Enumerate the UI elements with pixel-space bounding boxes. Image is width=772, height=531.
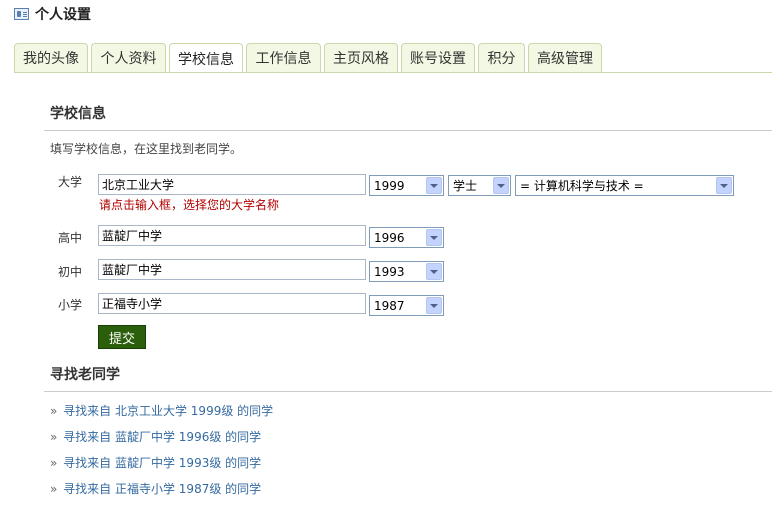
- tabs-divider: [14, 72, 772, 73]
- chevron-down-icon: [426, 263, 442, 280]
- tab-advanced[interactable]: 高级管理: [528, 43, 602, 72]
- school-section-description: 填写学校信息，在这里找到老同学。: [50, 142, 243, 156]
- profile-card-icon: [14, 8, 29, 20]
- find-classmates-link-text: 寻找来自 蓝靛厂中学 1996级 的同学: [63, 430, 262, 444]
- tab-work-info[interactable]: 工作信息: [246, 43, 321, 72]
- find-classmates-link-text: 寻找来自 正福寺小学 1987级 的同学: [63, 482, 262, 496]
- major-value: = 计算机科学与技术 =: [520, 179, 644, 193]
- find-classmates-link[interactable]: » 寻找来自 北京工业大学 1999级 的同学: [50, 402, 273, 419]
- tab-school-info[interactable]: 学校信息: [169, 43, 243, 73]
- section-divider: [44, 391, 772, 392]
- find-classmates-link-text: 寻找来自 北京工业大学 1999级 的同学: [63, 404, 274, 418]
- find-section-title: 寻找老同学: [50, 367, 120, 383]
- settings-tabs: 我的头像 个人资料 学校信息 工作信息 主页风格 账号设置 积分 高级管理: [14, 43, 605, 73]
- double-chevron-right-icon: »: [50, 404, 58, 418]
- section-divider: [44, 130, 772, 131]
- middle-school-label: 初中: [58, 265, 83, 279]
- tab-account-settings[interactable]: 账号设置: [401, 43, 475, 72]
- degree-value: 学士: [453, 179, 478, 193]
- university-hint: 请点击输入框，选择您的大学名称: [99, 198, 280, 212]
- tab-points[interactable]: 积分: [478, 43, 525, 72]
- chevron-down-icon: [493, 177, 509, 194]
- high-school-year-select[interactable]: 1996: [369, 227, 444, 248]
- page-header: 个人设置: [14, 4, 91, 24]
- high-school-name-input[interactable]: 蓝靛厂中学: [98, 225, 366, 246]
- find-classmates-link[interactable]: » 寻找来自 蓝靛厂中学 1996级 的同学: [50, 428, 261, 445]
- chevron-down-icon: [716, 177, 732, 194]
- high-school-year-value: 1996: [374, 230, 405, 245]
- high-school-label: 高中: [58, 231, 83, 245]
- school-section-title: 学校信息: [50, 106, 106, 122]
- major-select[interactable]: = 计算机科学与技术 =: [515, 175, 734, 196]
- primary-school-label: 小学: [58, 298, 83, 312]
- chevron-down-icon: [426, 177, 442, 194]
- primary-school-name-input[interactable]: 正福寺小学: [98, 293, 366, 314]
- primary-school-year-select[interactable]: 1987: [369, 295, 444, 316]
- degree-select[interactable]: 学士: [448, 175, 511, 196]
- middle-school-year-select[interactable]: 1993: [369, 261, 444, 282]
- page-title: 个人设置: [35, 7, 91, 23]
- university-name-input[interactable]: 北京工业大学: [98, 174, 366, 195]
- tab-homepage-style[interactable]: 主页风格: [324, 43, 398, 72]
- university-year-select[interactable]: 1999: [369, 175, 444, 196]
- find-classmates-link[interactable]: » 寻找来自 正福寺小学 1987级 的同学: [50, 480, 261, 497]
- middle-school-name-input[interactable]: 蓝靛厂中学: [98, 259, 366, 280]
- double-chevron-right-icon: »: [50, 430, 58, 444]
- university-year-value: 1999: [374, 178, 405, 193]
- submit-button[interactable]: 提交: [98, 325, 146, 349]
- double-chevron-right-icon: »: [50, 456, 58, 470]
- find-classmates-link-text: 寻找来自 蓝靛厂中学 1993级 的同学: [63, 456, 262, 470]
- middle-school-year-value: 1993: [374, 264, 405, 279]
- double-chevron-right-icon: »: [50, 482, 58, 496]
- find-classmates-link[interactable]: » 寻找来自 蓝靛厂中学 1993级 的同学: [50, 454, 261, 471]
- tab-my-avatar[interactable]: 我的头像: [14, 43, 88, 72]
- primary-school-year-value: 1987: [374, 298, 405, 313]
- university-label: 大学: [58, 175, 83, 189]
- tab-profile[interactable]: 个人资料: [91, 43, 166, 72]
- chevron-down-icon: [426, 229, 442, 246]
- chevron-down-icon: [426, 297, 442, 314]
